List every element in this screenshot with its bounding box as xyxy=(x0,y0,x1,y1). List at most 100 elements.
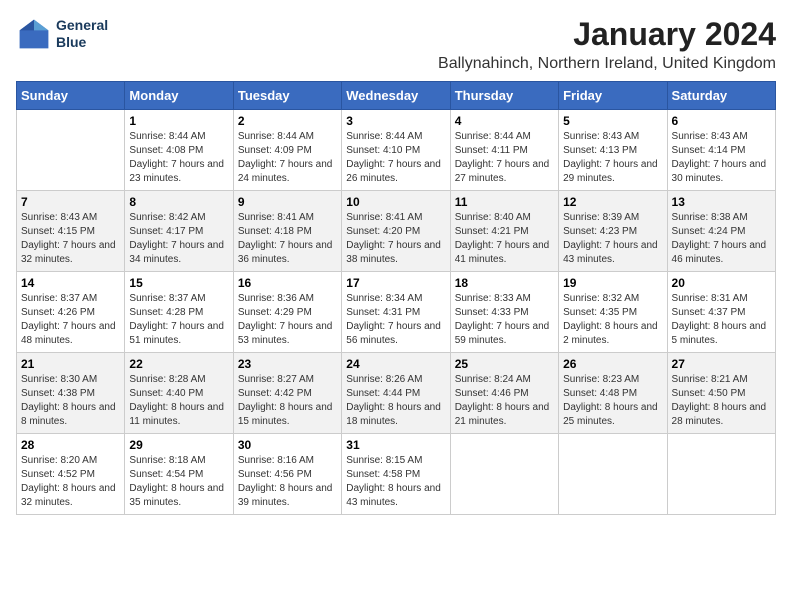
calendar-cell: 25Sunrise: 8:24 AMSunset: 4:46 PMDayligh… xyxy=(450,353,558,434)
day-number: 15 xyxy=(129,276,228,290)
calendar-cell: 6Sunrise: 8:43 AMSunset: 4:14 PMDaylight… xyxy=(667,110,775,191)
calendar-cell: 20Sunrise: 8:31 AMSunset: 4:37 PMDayligh… xyxy=(667,272,775,353)
day-info: Sunrise: 8:33 AMSunset: 4:33 PMDaylight:… xyxy=(455,292,554,348)
day-number: 3 xyxy=(346,114,445,128)
day-info: Sunrise: 8:41 AMSunset: 4:20 PMDaylight:… xyxy=(346,211,445,267)
day-number: 28 xyxy=(21,438,120,452)
calendar-cell: 29Sunrise: 8:18 AMSunset: 4:54 PMDayligh… xyxy=(125,434,233,515)
day-info: Sunrise: 8:21 AMSunset: 4:50 PMDaylight:… xyxy=(672,373,771,429)
day-number: 13 xyxy=(672,195,771,209)
weekday-header: Wednesday xyxy=(342,82,450,110)
day-info: Sunrise: 8:16 AMSunset: 4:56 PMDaylight:… xyxy=(238,454,337,510)
calendar-cell: 14 Sunrise: 8:37 AMSunset: 4:26 PMDayligh… xyxy=(17,272,125,353)
day-info: Sunrise: 8:44 AMSunset: 4:08 PMDaylight:… xyxy=(129,130,228,186)
day-number: 23 xyxy=(238,357,337,371)
weekday-header: Saturday xyxy=(667,82,775,110)
month-title: January 2024 xyxy=(438,16,776,53)
day-info: Sunrise: 8:38 AMSunset: 4:24 PMDaylight:… xyxy=(672,211,771,267)
calendar-week-row: 28Sunrise: 8:20 AMSunset: 4:52 PMDayligh… xyxy=(17,434,776,515)
calendar-cell: 23 Sunrise: 8:27 AMSunset: 4:42 PMDayligh… xyxy=(233,353,341,434)
calendar-cell: 9Sunrise: 8:41 AMSunset: 4:18 PMDaylight… xyxy=(233,191,341,272)
logo-line1: General xyxy=(56,17,108,33)
day-number: 26 xyxy=(563,357,662,371)
day-number: 7 xyxy=(21,195,120,209)
day-info: Sunrise: 8:43 AMSunset: 4:14 PMDaylight:… xyxy=(672,130,771,186)
calendar-cell: 5Sunrise: 8:43 AMSunset: 4:13 PMDaylight… xyxy=(559,110,667,191)
day-info: Sunrise: 8:42 AMSunset: 4:17 PMDaylight:… xyxy=(129,211,228,267)
weekday-header: Sunday xyxy=(17,82,125,110)
weekday-header-row: SundayMondayTuesdayWednesdayThursdayFrid… xyxy=(17,82,776,110)
calendar-cell: 28Sunrise: 8:20 AMSunset: 4:52 PMDayligh… xyxy=(17,434,125,515)
day-info: Sunrise: 8:28 AMSunset: 4:40 PMDaylight:… xyxy=(129,373,228,429)
logo: General Blue xyxy=(16,16,108,52)
day-info: Sunrise: 8:44 AMSunset: 4:11 PMDaylight:… xyxy=(455,130,554,186)
calendar-cell: 27 Sunrise: 8:21 AMSunset: 4:50 PMDayligh… xyxy=(667,353,775,434)
day-info: Sunrise: 8:36 AMSunset: 4:29 PMDaylight:… xyxy=(238,292,337,348)
calendar-cell: 13 Sunrise: 8:38 AMSunset: 4:24 PMDayligh… xyxy=(667,191,775,272)
calendar-cell: 30 Sunrise: 8:16 AMSunset: 4:56 PMDayligh… xyxy=(233,434,341,515)
day-number: 10 xyxy=(346,195,445,209)
calendar-cell: 18Sunrise: 8:33 AMSunset: 4:33 PMDayligh… xyxy=(450,272,558,353)
calendar-cell: 1 Sunrise: 8:44 AMSunset: 4:08 PMDaylight… xyxy=(125,110,233,191)
calendar-cell: 8 Sunrise: 8:42 AMSunset: 4:17 PMDaylight… xyxy=(125,191,233,272)
day-number: 29 xyxy=(129,438,228,452)
day-info: Sunrise: 8:44 AMSunset: 4:10 PMDaylight:… xyxy=(346,130,445,186)
day-info: Sunrise: 8:26 AMSunset: 4:44 PMDaylight:… xyxy=(346,373,445,429)
calendar-cell: 17 Sunrise: 8:34 AMSunset: 4:31 PMDayligh… xyxy=(342,272,450,353)
calendar-cell: 22 Sunrise: 8:28 AMSunset: 4:40 PMDayligh… xyxy=(125,353,233,434)
day-number: 24 xyxy=(346,357,445,371)
day-info: Sunrise: 8:24 AMSunset: 4:46 PMDaylight:… xyxy=(455,373,554,429)
calendar-table: SundayMondayTuesdayWednesdayThursdayFrid… xyxy=(16,81,776,515)
day-info: Sunrise: 8:40 AMSunset: 4:21 PMDaylight:… xyxy=(455,211,554,267)
weekday-header: Monday xyxy=(125,82,233,110)
calendar-cell: 2 Sunrise: 8:44 AMSunset: 4:09 PMDaylight… xyxy=(233,110,341,191)
calendar-cell: 16Sunrise: 8:36 AMSunset: 4:29 PMDayligh… xyxy=(233,272,341,353)
day-info: Sunrise: 8:15 AMSunset: 4:58 PMDaylight:… xyxy=(346,454,445,510)
day-number: 22 xyxy=(129,357,228,371)
weekday-header: Friday xyxy=(559,82,667,110)
day-info: Sunrise: 8:32 AMSunset: 4:35 PMDaylight:… xyxy=(563,292,662,348)
day-number: 8 xyxy=(129,195,228,209)
calendar-cell xyxy=(17,110,125,191)
calendar-cell: 15Sunrise: 8:37 AMSunset: 4:28 PMDayligh… xyxy=(125,272,233,353)
calendar-week-row: 14 Sunrise: 8:37 AMSunset: 4:26 PMDayligh… xyxy=(17,272,776,353)
logo-line2: Blue xyxy=(56,34,86,50)
day-number: 1 xyxy=(129,114,228,128)
day-number: 21 xyxy=(21,357,120,371)
day-number: 9 xyxy=(238,195,337,209)
weekday-header: Thursday xyxy=(450,82,558,110)
day-info: Sunrise: 8:34 AMSunset: 4:31 PMDaylight:… xyxy=(346,292,445,348)
day-number: 30 xyxy=(238,438,337,452)
day-info: Sunrise: 8:37 AMSunset: 4:26 PMDaylight:… xyxy=(21,292,120,348)
calendar-cell: 10 Sunrise: 8:41 AMSunset: 4:20 PMDayligh… xyxy=(342,191,450,272)
calendar-cell: 3 Sunrise: 8:44 AMSunset: 4:10 PMDaylight… xyxy=(342,110,450,191)
day-number: 5 xyxy=(563,114,662,128)
calendar-cell xyxy=(559,434,667,515)
day-number: 11 xyxy=(455,195,554,209)
calendar-cell: 12 Sunrise: 8:39 AMSunset: 4:23 PMDayligh… xyxy=(559,191,667,272)
calendar-cell: 31 Sunrise: 8:15 AMSunset: 4:58 PMDayligh… xyxy=(342,434,450,515)
calendar-cell xyxy=(450,434,558,515)
day-number: 19 xyxy=(563,276,662,290)
day-number: 14 xyxy=(21,276,120,290)
day-number: 12 xyxy=(563,195,662,209)
day-number: 27 xyxy=(672,357,771,371)
day-info: Sunrise: 8:44 AMSunset: 4:09 PMDaylight:… xyxy=(238,130,337,186)
logo-icon xyxy=(16,16,52,52)
page-header: General Blue January 2024 Ballynahinch, … xyxy=(16,16,776,73)
day-info: Sunrise: 8:27 AMSunset: 4:42 PMDaylight:… xyxy=(238,373,337,429)
day-number: 20 xyxy=(672,276,771,290)
calendar-cell: 24 Sunrise: 8:26 AMSunset: 4:44 PMDayligh… xyxy=(342,353,450,434)
calendar-week-row: 7 Sunrise: 8:43 AMSunset: 4:15 PMDaylight… xyxy=(17,191,776,272)
day-number: 31 xyxy=(346,438,445,452)
title-block: January 2024 Ballynahinch, Northern Irel… xyxy=(438,16,776,73)
day-info: Sunrise: 8:39 AMSunset: 4:23 PMDaylight:… xyxy=(563,211,662,267)
logo-text: General Blue xyxy=(56,17,108,51)
day-number: 17 xyxy=(346,276,445,290)
calendar-cell: 19 Sunrise: 8:32 AMSunset: 4:35 PMDayligh… xyxy=(559,272,667,353)
calendar-week-row: 1 Sunrise: 8:44 AMSunset: 4:08 PMDaylight… xyxy=(17,110,776,191)
day-number: 2 xyxy=(238,114,337,128)
day-info: Sunrise: 8:43 AMSunset: 4:15 PMDaylight:… xyxy=(21,211,120,267)
calendar-week-row: 21Sunrise: 8:30 AMSunset: 4:38 PMDayligh… xyxy=(17,353,776,434)
calendar-cell: 7 Sunrise: 8:43 AMSunset: 4:15 PMDaylight… xyxy=(17,191,125,272)
